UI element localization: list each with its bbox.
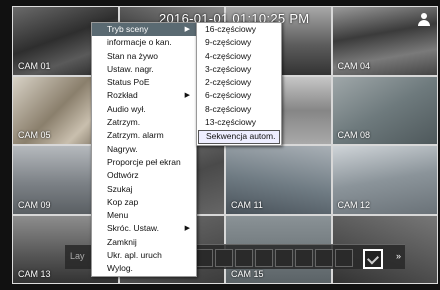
- menu-item-layout[interactable]: Rozkład ▶: [92, 89, 196, 102]
- camera-tile[interactable]: CAM 08: [332, 76, 437, 144]
- submenu-item-label: 6-częściowy: [205, 90, 252, 101]
- menu-item-label: Status PoE: [107, 77, 150, 88]
- toolbar-button[interactable]: [295, 249, 313, 267]
- submenu-item-label: 9-częściowy: [205, 37, 252, 48]
- submenu-item-label: 3-częściowy: [205, 63, 252, 74]
- camera-label: CAM 05: [18, 130, 51, 140]
- menu-item-scene-mode[interactable]: Tryb sceny ▶: [92, 23, 196, 37]
- toolbar-button[interactable]: [255, 249, 273, 267]
- menu-item-menu[interactable]: Menu: [92, 209, 196, 222]
- camera-label: CAM 09: [18, 199, 51, 210]
- camera-label: CAM 01: [18, 60, 51, 71]
- menu-item-label: Zamknij: [107, 236, 137, 247]
- submenu-item-label: 8-częściowy: [205, 103, 252, 114]
- submenu-item-auto-sequence[interactable]: Sekwencja autom.: [198, 130, 280, 144]
- submenu-item-label: 2-częściowy: [205, 77, 252, 88]
- menu-item-poe-status[interactable]: Status PoE: [92, 76, 196, 89]
- menu-item-play[interactable]: Odtwórz: [92, 169, 196, 182]
- menu-item-label: Proporcje peł ekran: [107, 156, 181, 167]
- menu-item-quick-setup[interactable]: Skróc. Ustaw. ▶: [92, 222, 196, 235]
- menu-item-label: Zatrzym.: [107, 117, 141, 128]
- menu-item-record-settings[interactable]: Ustaw. nagr.: [92, 63, 196, 76]
- toolbar-button[interactable]: [275, 249, 293, 267]
- camera-tile[interactable]: CAM 11: [226, 146, 331, 214]
- menu-item-channel-info[interactable]: informacje o kan.: [92, 36, 196, 49]
- toolbar-button[interactable]: [335, 249, 353, 267]
- toolbar-label: Lay: [70, 251, 85, 261]
- menu-item-label: Wylog.: [107, 263, 133, 274]
- menu-item-label: Ustaw. nagr.: [107, 63, 154, 74]
- menu-item-hide-launcher[interactable]: Ukr. apl. uruch: [92, 249, 196, 262]
- submenu-item-16-split[interactable]: 16-częściowy: [197, 23, 281, 36]
- menu-item-label: Kop zap: [107, 196, 139, 207]
- camera-label: CAM 12: [337, 199, 371, 210]
- camera-tile[interactable]: CAM 12: [332, 146, 437, 214]
- menu-item-freeze[interactable]: Zatrzym.: [92, 116, 196, 129]
- camera-label: CAM 13: [18, 269, 51, 279]
- submenu-item-4-split[interactable]: 4-częściowy: [197, 50, 281, 63]
- camera-label: CAM 04: [337, 60, 371, 71]
- user-icon[interactable]: [417, 13, 431, 31]
- menu-item-aspect-ratio[interactable]: Proporcje peł ekran: [92, 156, 196, 169]
- menu-item-label: Stan na żywo: [107, 50, 159, 61]
- menu-item-shutdown[interactable]: Zamknij: [92, 236, 196, 249]
- submenu-item-3-split[interactable]: 3-częściowy: [197, 63, 281, 76]
- camera-label: CAM 15: [231, 269, 264, 279]
- menu-item-label: Szukaj: [107, 183, 133, 194]
- menu-item-label: Rozkład: [107, 90, 138, 101]
- submenu-arrow-icon: ▶: [184, 26, 190, 33]
- menu-item-logout[interactable]: Wylog.: [92, 262, 196, 275]
- context-menu: Tryb sceny ▶ informacje o kan. Stan na ży…: [91, 22, 197, 277]
- submenu-item-6-split[interactable]: 6-częściowy: [197, 89, 281, 102]
- camera-label: CAM 08: [337, 130, 371, 140]
- submenu-item-9-split[interactable]: 9-częściowy: [197, 36, 281, 49]
- more-button[interactable]: »: [396, 251, 401, 261]
- toolbar-button[interactable]: [235, 249, 253, 267]
- camera-label: CAM 11: [231, 199, 263, 210]
- submenu-item-13-split[interactable]: 13-częściowy: [197, 116, 281, 129]
- menu-item-label: Audio wył.: [107, 103, 146, 114]
- menu-item-stop-alarm[interactable]: Zatrzym. alarm: [92, 129, 196, 142]
- menu-item-backup[interactable]: Kop zap: [92, 196, 196, 209]
- menu-item-label: Tryb sceny: [107, 24, 149, 34]
- toolbar-button[interactable]: [315, 249, 333, 267]
- menu-item-label: Skróc. Ustaw.: [107, 223, 159, 234]
- submenu-item-8-split[interactable]: 8-częściowy: [197, 103, 281, 116]
- submenu-item-label: 16-częściowy: [205, 24, 257, 34]
- menu-item-label: Odtwórz: [107, 170, 139, 181]
- submenu-item-label: 4-częściowy: [205, 50, 252, 61]
- menu-item-label: Zatrzym. alarm: [107, 130, 164, 141]
- menu-item-label: Menu: [107, 210, 129, 221]
- submenu-item-2-split[interactable]: 2-częściowy: [197, 76, 281, 89]
- checkmark-icon[interactable]: [363, 249, 383, 269]
- menu-item-search[interactable]: Szukaj: [92, 183, 196, 196]
- menu-item-record[interactable]: Nagryw.: [92, 143, 196, 156]
- menu-item-audio-off[interactable]: Audio wył.: [92, 103, 196, 116]
- toolbar-button[interactable]: [215, 249, 233, 267]
- submenu-item-label: 13-częściowy: [205, 117, 257, 128]
- toolbar-button[interactable]: [195, 249, 213, 267]
- menu-item-live-status[interactable]: Stan na żywo: [92, 50, 196, 63]
- submenu-item-label: Sekwencja autom.: [206, 131, 276, 142]
- submenu-arrow-icon: ▶: [184, 92, 190, 100]
- menu-item-label: Ukr. apl. uruch: [107, 250, 162, 261]
- menu-item-label: informacje o kan.: [107, 37, 172, 48]
- scene-mode-submenu: 16-częściowy 9-częściowy 4-częściowy 3-c…: [196, 22, 282, 146]
- menu-item-label: Nagryw.: [107, 143, 138, 154]
- submenu-arrow-icon: ▶: [184, 225, 190, 233]
